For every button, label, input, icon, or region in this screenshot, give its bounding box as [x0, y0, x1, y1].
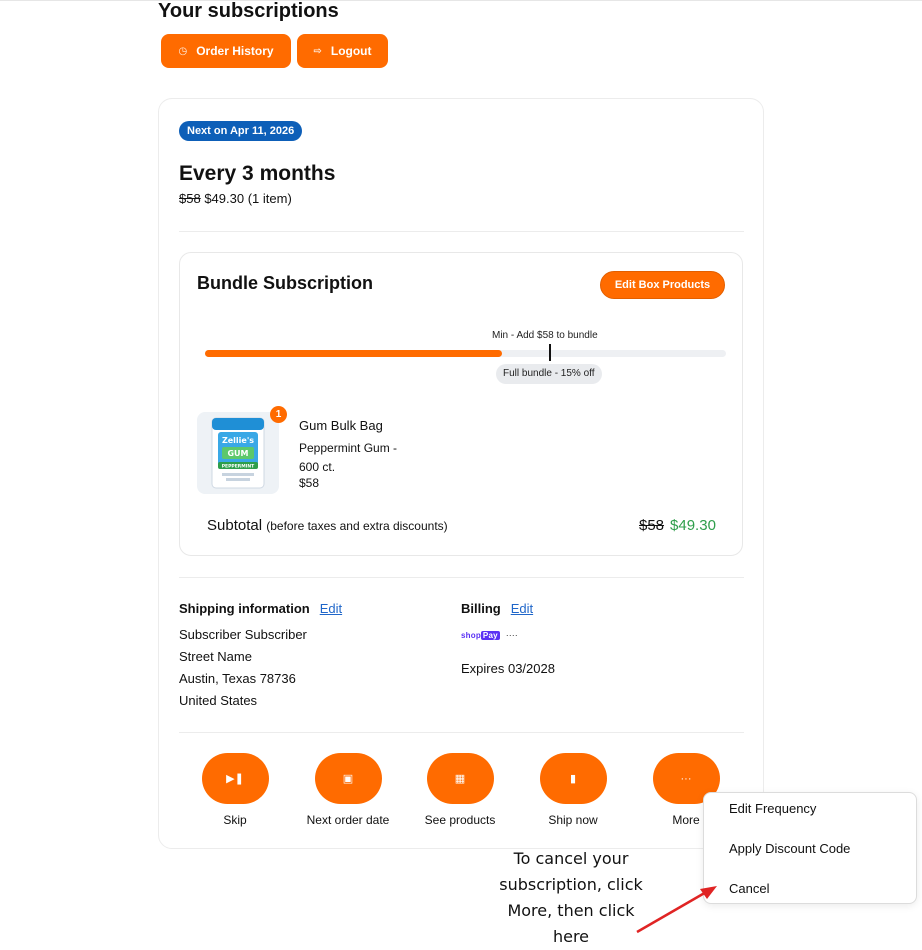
annotation-arrow-icon [636, 886, 717, 934]
